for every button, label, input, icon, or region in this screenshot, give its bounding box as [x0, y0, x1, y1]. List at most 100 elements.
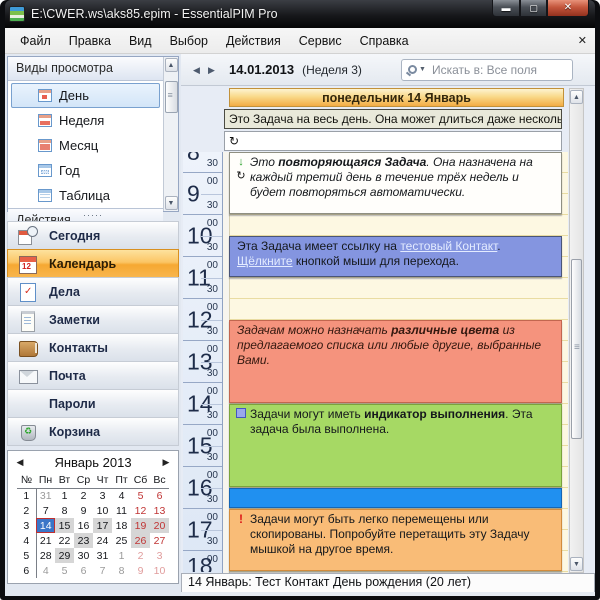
mini-cal-day-3[interactable]: 3 — [150, 548, 169, 563]
views-panel-header[interactable]: Виды просмотра — [8, 57, 163, 81]
menu-close-icon[interactable]: ✕ — [578, 34, 587, 47]
mini-cal-day-5[interactable]: 5 — [55, 563, 74, 578]
scroll-up-icon[interactable]: ▲ — [165, 58, 178, 72]
mini-cal-day-15[interactable]: 15 — [55, 518, 74, 533]
mini-cal-day-2[interactable]: 2 — [74, 488, 93, 503]
mini-cal-day-20[interactable]: 20 — [150, 518, 169, 533]
mini-cal-day-28[interactable]: 28 — [36, 548, 55, 563]
menu-edit[interactable]: Правка — [60, 30, 120, 52]
mini-cal-day-4[interactable]: 4 — [112, 488, 131, 503]
hour-11: 110030 — [183, 257, 222, 299]
nav-todo-button[interactable]: Дела — [7, 277, 179, 306]
maximize-button[interactable]: ▢ — [520, 0, 547, 17]
menu-select[interactable]: Выбор — [161, 30, 217, 52]
nav-button-label: Календарь — [49, 257, 116, 271]
view-item-week[interactable]: Неделя — [11, 108, 160, 133]
search-input[interactable] — [430, 62, 566, 78]
scroll-thumb[interactable] — [571, 259, 582, 439]
mini-cal-day-3[interactable]: 3 — [93, 488, 112, 503]
mini-cal-day-9[interactable]: 9 — [131, 563, 150, 578]
mini-cal-day-23[interactable]: 23 — [74, 533, 93, 548]
menu-file[interactable]: Файл — [11, 30, 60, 52]
hour-16: 160030 — [183, 467, 222, 509]
task-contact-link-task[interactable]: Эта Задача имеет ссылку на тестовый Конт… — [229, 236, 562, 277]
mini-cal-day-31[interactable]: 31 — [93, 548, 112, 563]
view-item-year[interactable]: Год — [11, 158, 160, 183]
mini-cal-day-1[interactable]: 1 — [112, 548, 131, 563]
mini-cal-day-24[interactable]: 24 — [93, 533, 112, 548]
menu-help[interactable]: Справка — [351, 30, 418, 52]
day-grid[interactable]: ↓↻Это повторяющаяся Задача. Она назначен… — [223, 152, 568, 573]
nav-passwords-button[interactable]: Пароли — [7, 389, 179, 418]
mini-cal-day-21[interactable]: 21 — [36, 533, 55, 548]
mini-cal-day-7[interactable]: 7 — [36, 503, 55, 518]
mini-cal-day-27[interactable]: 27 — [150, 533, 169, 548]
day-scrollbar[interactable]: ▲ ▼ — [569, 88, 584, 573]
close-button[interactable]: ✕ — [547, 0, 589, 17]
nav-trash-button[interactable]: Корзина — [7, 417, 179, 446]
search-box[interactable]: ▼ — [401, 59, 573, 81]
mini-cal-day-30[interactable]: 30 — [74, 548, 93, 563]
nav-notes-button[interactable]: Заметки — [7, 305, 179, 334]
minimize-button[interactable]: ▬ — [492, 0, 520, 17]
search-options-icon[interactable]: ▼ — [419, 66, 426, 73]
search-icon[interactable] — [408, 65, 417, 74]
task-recurring-task[interactable]: ↓↻Это повторяющаяся Задача. Она назначен… — [229, 152, 562, 214]
mini-cal-day-17[interactable]: 17 — [93, 518, 112, 533]
task-completed-task[interactable]: Задачи могут иметь индикатор выполнения.… — [229, 404, 562, 487]
prev-month-icon[interactable]: ◀ — [8, 457, 32, 468]
mini-cal-day-12[interactable]: 12 — [131, 503, 150, 518]
view-item-table[interactable]: Таблица — [11, 183, 160, 208]
task-text: Эта Задача имеет ссылку на тестовый Конт… — [230, 237, 561, 271]
nav-today-button[interactable]: Сегодня — [7, 221, 179, 250]
prev-day-icon[interactable]: ◀ — [189, 62, 204, 78]
mini-cal-day-10[interactable]: 10 — [150, 563, 169, 578]
next-day-icon[interactable]: ▶ — [204, 62, 219, 78]
hour-12: 120030 — [183, 299, 222, 341]
allday-task[interactable]: Это Задача на весь день. Она может длить… — [224, 109, 562, 129]
scroll-up-icon[interactable]: ▲ — [570, 90, 583, 104]
mini-cal-day-9[interactable]: 9 — [74, 503, 93, 518]
mini-cal-day-6[interactable]: 6 — [150, 488, 169, 503]
mini-cal-day-8[interactable]: 8 — [112, 563, 131, 578]
mini-cal-day-29[interactable]: 29 — [55, 548, 74, 563]
view-item-day[interactable]: День — [11, 83, 160, 108]
nav-contacts-button[interactable]: Контакты — [7, 333, 179, 362]
nav-calendar-button[interactable]: Календарь — [7, 249, 179, 278]
mini-cal-day-16[interactable]: 16 — [74, 518, 93, 533]
mini-cal-day-6[interactable]: 6 — [74, 563, 93, 578]
mini-cal-day-7[interactable]: 7 — [93, 563, 112, 578]
mini-cal-day-13[interactable]: 13 — [150, 503, 169, 518]
mini-cal-day-18[interactable]: 18 — [112, 518, 131, 533]
mini-cal-day-14[interactable]: 14 — [36, 518, 55, 533]
task-drag-task[interactable]: !Задачи могут быть легко перемещены или … — [229, 509, 562, 571]
mini-cal-day-8[interactable]: 8 — [55, 503, 74, 518]
mini-cal-day-5[interactable]: 5 — [131, 488, 150, 503]
mini-cal-day-22[interactable]: 22 — [55, 533, 74, 548]
allday-recurring-task[interactable]: ↻ — [224, 131, 562, 151]
task-untitled-task[interactable] — [229, 488, 562, 508]
day-header[interactable]: понедельник 14 Январь — [229, 88, 564, 107]
view-item-month[interactable]: Месяц — [11, 133, 160, 158]
mini-cal-day-11[interactable]: 11 — [112, 503, 131, 518]
menu-view[interactable]: Вид — [120, 30, 161, 52]
nav-mail-button[interactable]: Почта — [7, 361, 179, 390]
scroll-thumb[interactable] — [165, 81, 178, 113]
mini-cal-day-25[interactable]: 25 — [112, 533, 131, 548]
contact-link[interactable]: Щёлкните — [237, 254, 293, 268]
mini-cal-day-1[interactable]: 1 — [55, 488, 74, 503]
next-month-icon[interactable]: ▶ — [154, 457, 178, 468]
scroll-down-icon[interactable]: ▼ — [570, 557, 583, 571]
mini-cal-day-10[interactable]: 10 — [93, 503, 112, 518]
contact-link[interactable]: тестовый Контакт — [400, 239, 497, 253]
mini-cal-day-31[interactable]: 31 — [36, 488, 55, 503]
views-scrollbar[interactable]: ▲ ▼ — [163, 57, 178, 211]
mini-cal-day-19[interactable]: 19 — [131, 518, 150, 533]
mini-cal-day-2[interactable]: 2 — [131, 548, 150, 563]
menu-tools[interactable]: Сервис — [290, 30, 351, 52]
scroll-down-icon[interactable]: ▼ — [165, 196, 178, 210]
task-colors-task[interactable]: Задачам можно назначать различные цвета … — [229, 320, 562, 403]
mini-cal-day-26[interactable]: 26 — [131, 533, 150, 548]
menu-actions[interactable]: Действия — [217, 30, 290, 52]
mini-cal-day-4[interactable]: 4 — [36, 563, 55, 578]
